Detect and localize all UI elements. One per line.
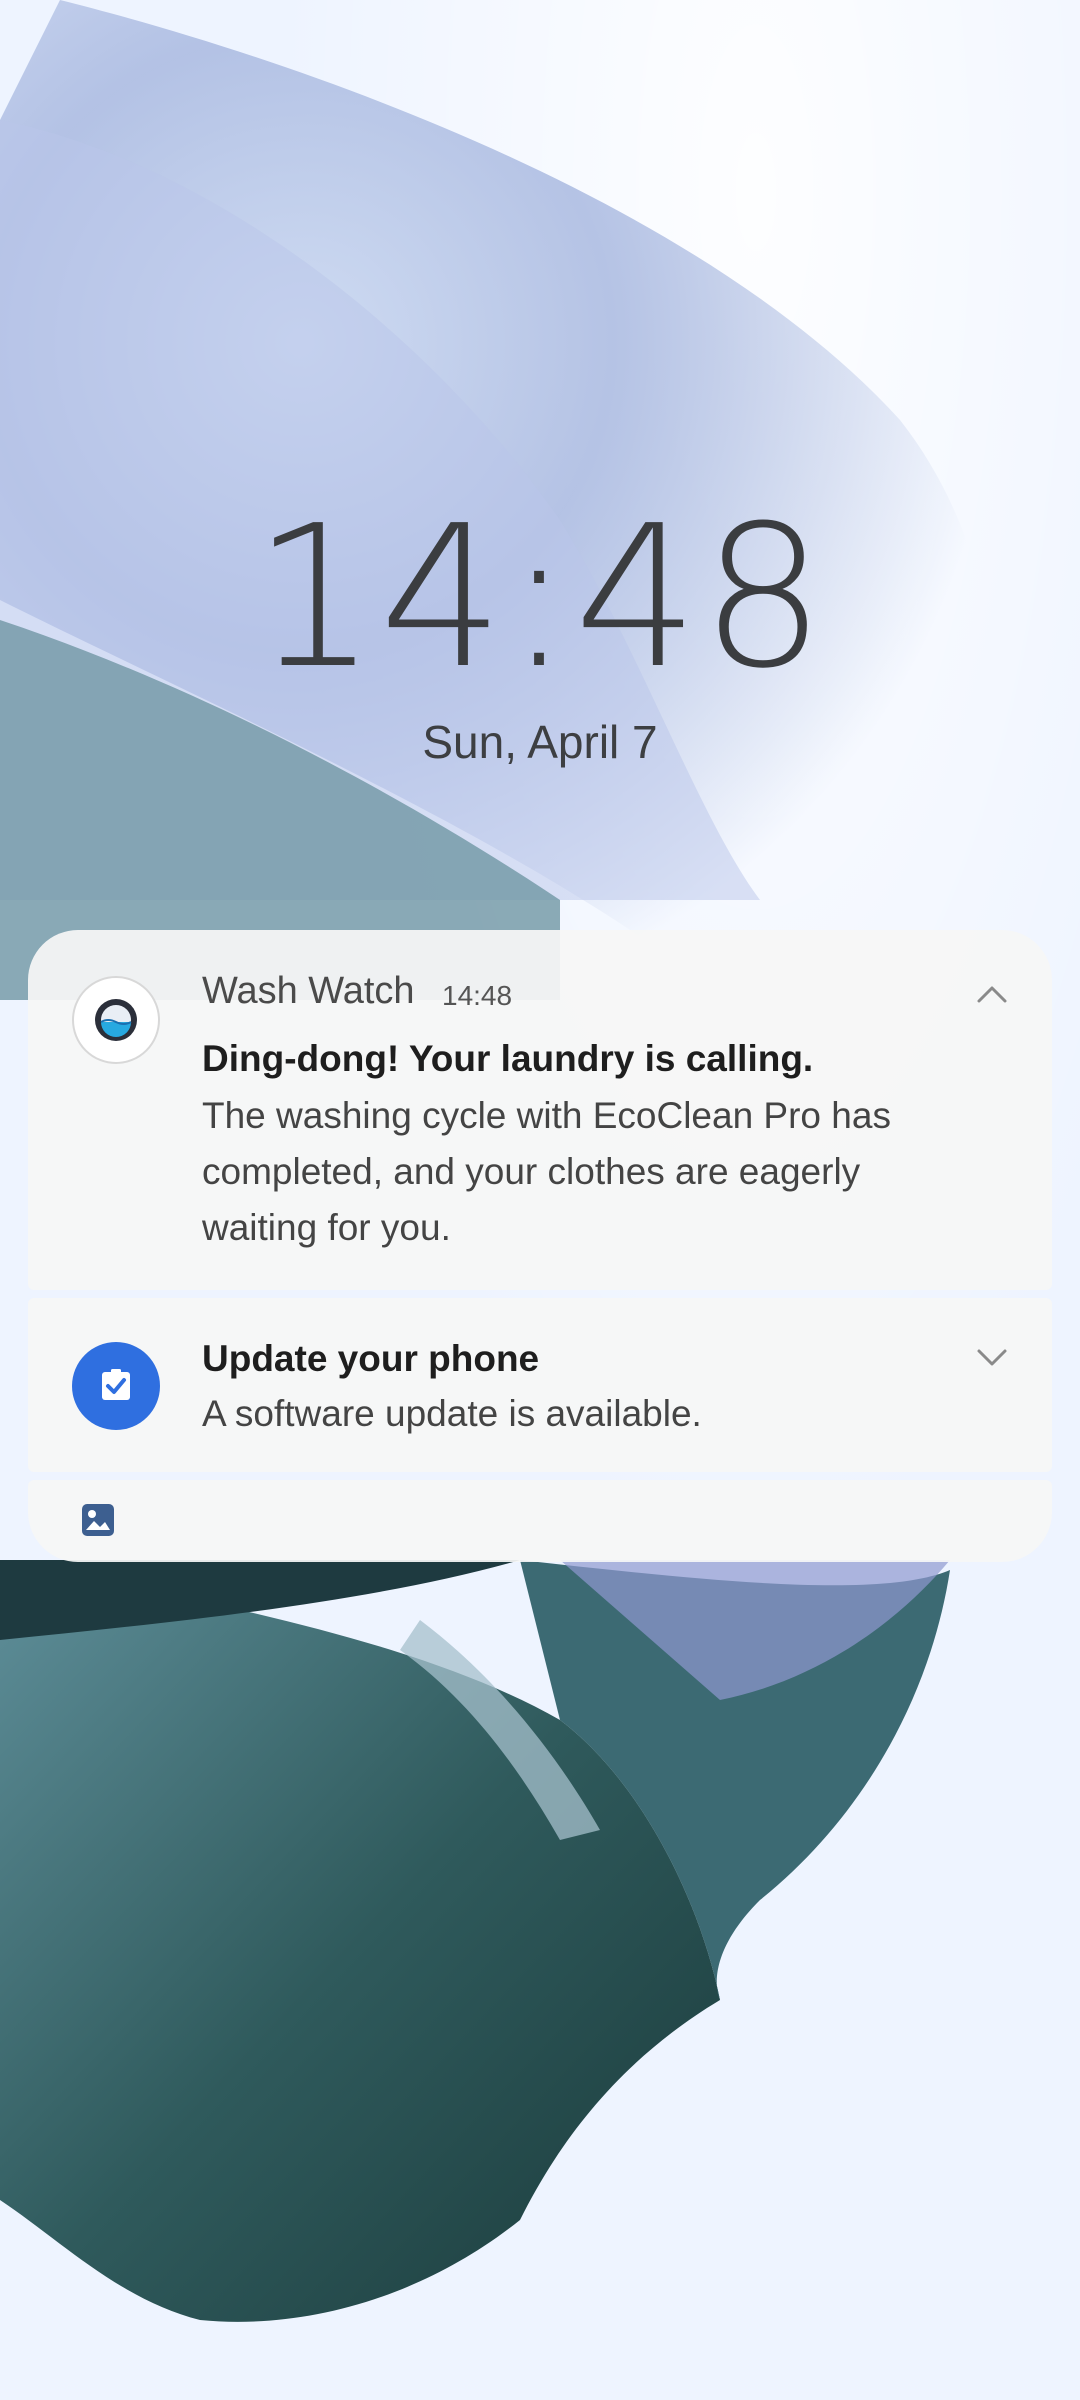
gallery-icon — [80, 1502, 116, 1538]
lockscreen-clock: 14:48 — [252, 484, 828, 712]
software-update-icon — [72, 1342, 160, 1430]
notification-time: 14:48 — [442, 980, 513, 1011]
lockscreen-date: Sun, April 7 — [422, 716, 658, 768]
chevron-down-icon[interactable] — [972, 1338, 1012, 1378]
notification-app-name: Wash Watch — [202, 970, 415, 1012]
notification-title: Update your phone — [202, 1338, 540, 1379]
notification-wash-watch[interactable]: Wash Watch 14:48 Ding-dong! Your laundry… — [28, 930, 1052, 1290]
notification-body: The washing cycle with EcoClean Pro has … — [202, 1095, 891, 1248]
notification-software-update[interactable]: Update your phone A software update is a… — [28, 1298, 1052, 1472]
notification-title: Ding-dong! Your laundry is calling. — [202, 1038, 814, 1079]
washing-machine-icon — [72, 976, 160, 1064]
notification-body: A software update is available. — [202, 1393, 702, 1434]
notification-gallery[interactable] — [28, 1480, 1052, 1562]
chevron-up-icon[interactable] — [972, 974, 1012, 1014]
